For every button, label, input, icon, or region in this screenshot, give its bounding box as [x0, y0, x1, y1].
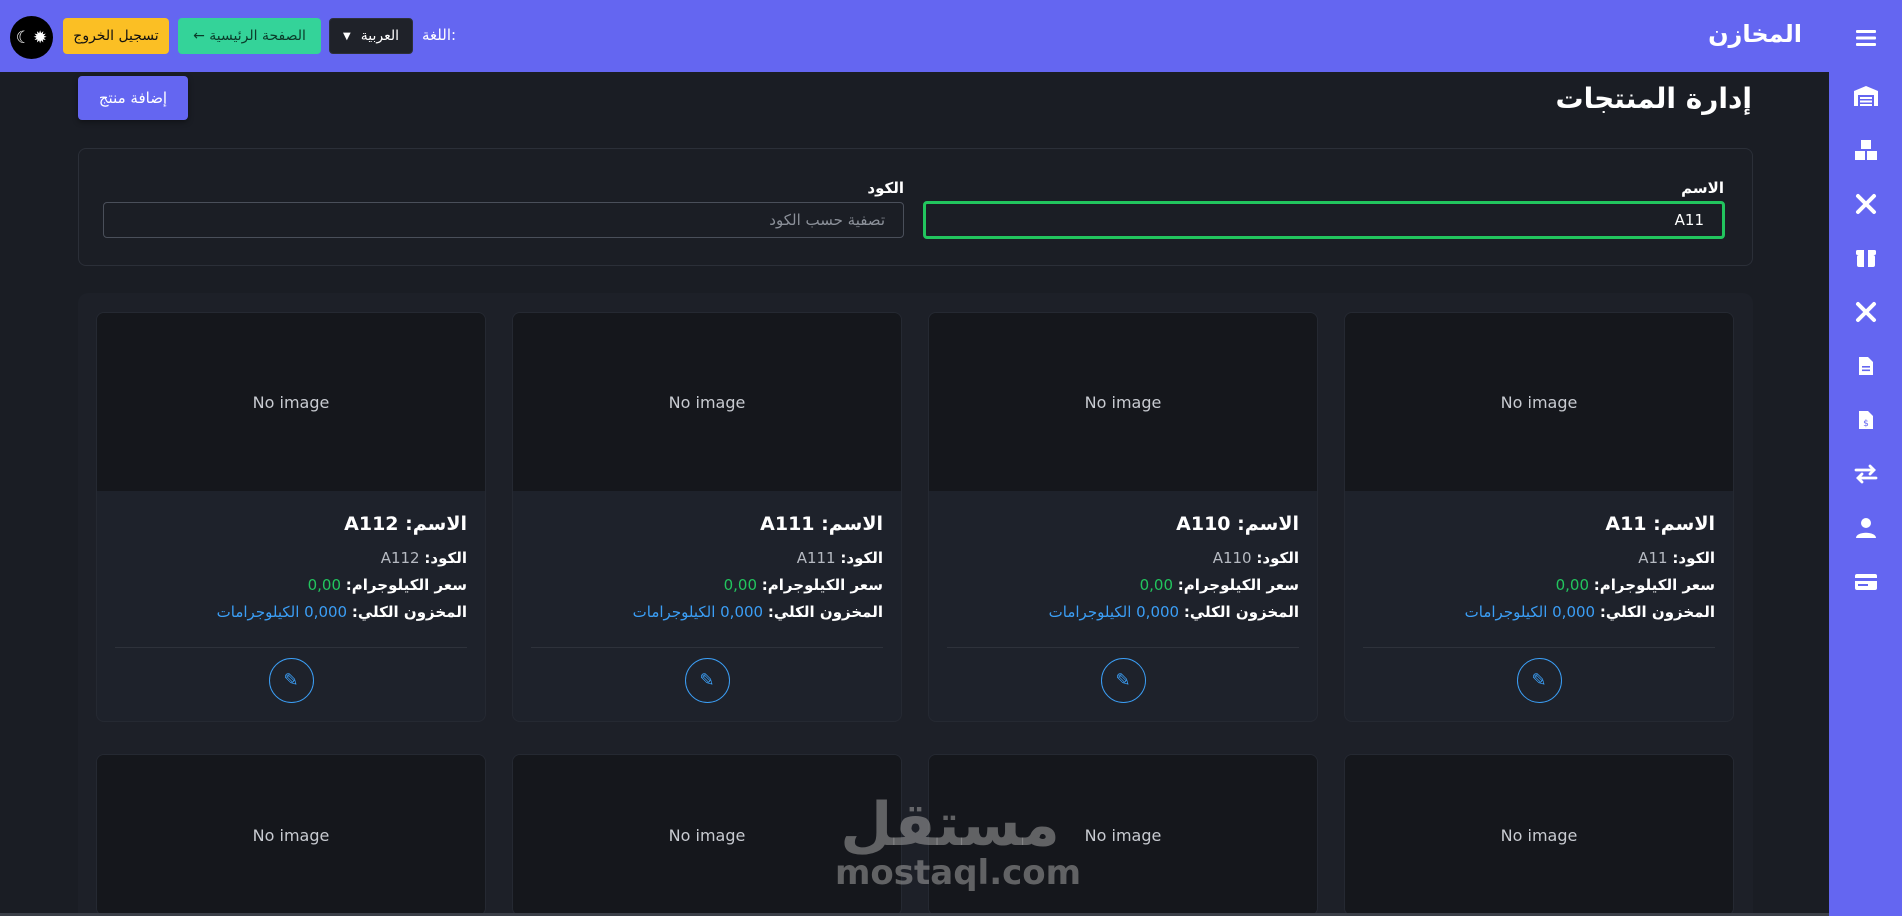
- svg-text:$: $: [1863, 419, 1869, 429]
- pencil-icon: ✎: [1531, 670, 1547, 691]
- product-card: No image: [928, 754, 1318, 916]
- top-bar: ☾ ✹ تسجيل الخروج ← الصفحة الرئيسية ▼ العر…: [0, 0, 1902, 72]
- product-name: الاسم: A111: [760, 513, 883, 535]
- product-image-placeholder: No image: [929, 755, 1317, 915]
- pencil-icon: ✎: [699, 670, 715, 691]
- product-stock: المخزون الكلي: 0,000 الكيلوجرامات: [632, 603, 883, 621]
- card-divider: [115, 647, 467, 648]
- language-select[interactable]: ▼ العربية: [329, 18, 413, 54]
- product-name: الاسم: A11: [1605, 513, 1715, 535]
- home-button[interactable]: ← الصفحة الرئيسية: [178, 18, 321, 54]
- product-price: سعر الكيلوجرام: 0,00: [307, 576, 467, 594]
- user-icon[interactable]: [1852, 514, 1880, 542]
- caret-down-icon: ▼: [343, 30, 351, 42]
- name-filter-input[interactable]: [923, 201, 1725, 239]
- language-label: اللغة:: [422, 26, 457, 44]
- pencil-icon: ✎: [1115, 670, 1131, 691]
- product-card: No image: [1344, 754, 1734, 916]
- product-code: الكود: A110: [1212, 549, 1299, 567]
- product-code: الكود: A111: [796, 549, 883, 567]
- product-card: No image الاسم: A112 الكود: A112 سعر الك…: [96, 312, 486, 722]
- edit-button[interactable]: ✎: [1100, 658, 1146, 703]
- product-price: سعر الكيلوجرام: 0,00: [723, 576, 883, 594]
- language-value: العربية: [360, 28, 399, 44]
- product-image-placeholder: No image: [97, 313, 485, 491]
- product-image-placeholder: No image: [929, 313, 1317, 491]
- product-name: الاسم: A112: [344, 513, 467, 535]
- theme-toggle-button[interactable]: ☾ ✹: [10, 16, 53, 59]
- warehouse-icon[interactable]: [1852, 82, 1880, 110]
- document-icon[interactable]: [1852, 352, 1880, 380]
- product-stock: المخزون الكلي: 0,000 الكيلوجرامات: [216, 603, 467, 621]
- product-image-placeholder: No image: [97, 755, 485, 915]
- invoice-icon[interactable]: $: [1852, 406, 1880, 434]
- id-card-icon[interactable]: [1852, 568, 1880, 596]
- card-divider: [947, 647, 1299, 648]
- product-card: No image: [96, 754, 486, 916]
- product-image-placeholder: No image: [1345, 755, 1733, 915]
- menu-icon[interactable]: [1852, 24, 1880, 52]
- card-divider: [531, 647, 883, 648]
- product-price: سعر الكيلوجرام: 0,00: [1555, 576, 1715, 594]
- tools-icon[interactable]: [1852, 190, 1880, 218]
- edit-button[interactable]: ✎: [684, 658, 730, 703]
- product-stock: المخزون الكلي: 0,000 الكيلوجرامات: [1048, 603, 1299, 621]
- product-card: No image: [512, 754, 902, 916]
- box-open-icon[interactable]: [1852, 244, 1880, 272]
- app-title: المخازن: [1708, 20, 1802, 48]
- pencil-icon: ✎: [283, 670, 299, 691]
- moon-icon: ☾: [15, 27, 31, 48]
- edit-button[interactable]: ✎: [268, 658, 314, 703]
- transfer-icon[interactable]: [1852, 460, 1880, 488]
- product-card: No image الاسم: A11 الكود: A11 سعر الكيل…: [1344, 312, 1734, 722]
- add-product-button[interactable]: إضافة منتج: [78, 76, 188, 120]
- sidebar: $: [1829, 0, 1902, 916]
- page-title: إدارة المنتجات: [1555, 82, 1752, 115]
- card-divider: [1363, 647, 1715, 648]
- product-image-placeholder: No image: [1345, 313, 1733, 491]
- product-name: الاسم: A110: [1176, 513, 1299, 535]
- product-image-placeholder: No image: [513, 755, 901, 915]
- logout-button[interactable]: تسجيل الخروج: [63, 18, 169, 54]
- product-code: الكود: A11: [1638, 549, 1715, 567]
- tools-alt-icon[interactable]: [1852, 298, 1880, 326]
- product-card: No image الاسم: A110 الكود: A110 سعر الك…: [928, 312, 1318, 722]
- name-filter-label: الاسم: [1681, 179, 1724, 197]
- code-filter-label: الكود: [867, 179, 904, 197]
- product-card: No image الاسم: A111 الكود: A111 سعر الك…: [512, 312, 902, 722]
- product-stock: المخزون الكلي: 0,000 الكيلوجرامات: [1464, 603, 1715, 621]
- boxes-icon[interactable]: [1852, 136, 1880, 164]
- product-code: الكود: A112: [380, 549, 467, 567]
- edit-button[interactable]: ✎: [1516, 658, 1562, 703]
- sun-icon: ✹: [33, 27, 48, 48]
- product-image-placeholder: No image: [513, 313, 901, 491]
- filter-panel: الاسم الكود: [78, 148, 1753, 266]
- code-filter-input[interactable]: [103, 202, 904, 238]
- product-price: سعر الكيلوجرام: 0,00: [1139, 576, 1299, 594]
